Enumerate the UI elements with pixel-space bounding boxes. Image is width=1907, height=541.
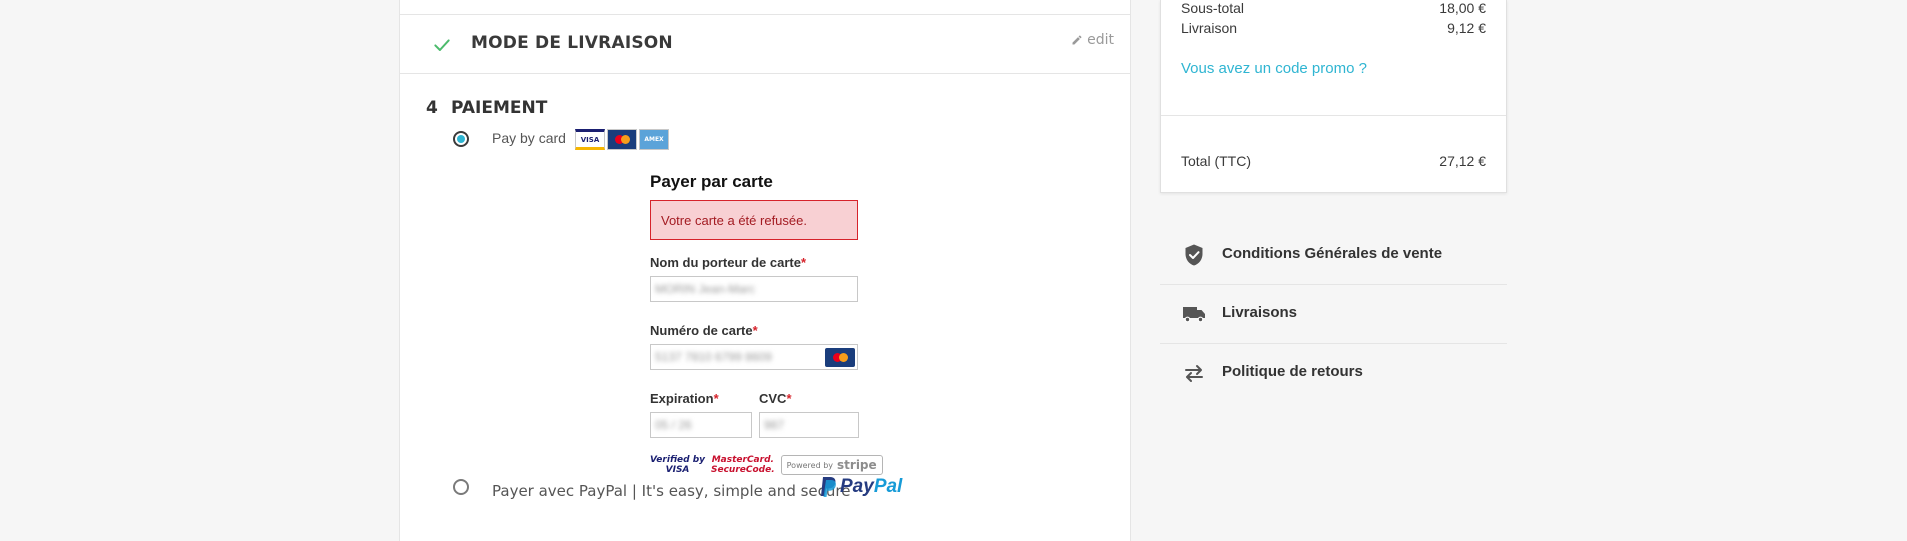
total-value: 27,12 €	[1439, 153, 1486, 169]
promo-code-link[interactable]: Vous avez un code promo ?	[1181, 60, 1367, 77]
mastercard-icon	[825, 348, 855, 367]
reassurance-item-shipping[interactable]: Livraisons	[1160, 285, 1507, 344]
reassurance-item-terms[interactable]: Conditions Générales de vente	[1160, 226, 1507, 285]
reassurance-block: Conditions Générales de vente Livraisons…	[1160, 226, 1507, 402]
cvc-label: CVC*	[759, 391, 792, 406]
visa-logo: VISA	[575, 129, 605, 150]
shield-check-icon	[1185, 244, 1203, 266]
shipping-value: 9,12 €	[1447, 20, 1486, 36]
paypal-wordmark: PayPal	[840, 476, 903, 497]
edit-label: edit	[1087, 32, 1114, 48]
mastercard-logo	[607, 129, 637, 150]
check-icon	[434, 39, 450, 51]
checkout-main-column: Mode de livraison edit 4 PAIEMENT Pay by…	[399, 0, 1131, 541]
swap-arrows-icon	[1185, 365, 1203, 382]
pay-by-card-radio[interactable]	[453, 131, 469, 147]
reassurance-label: Livraisons	[1222, 304, 1298, 321]
paypal-logo: PayPal	[820, 476, 902, 498]
truck-icon	[1183, 307, 1205, 323]
total-label: Total (TTC)	[1181, 153, 1251, 169]
edit-shipping-link[interactable]: edit	[1071, 32, 1114, 48]
cvc-input[interactable]: 987	[759, 412, 859, 438]
shipping-label: Livraison	[1181, 20, 1238, 36]
card-number-input[interactable]: 5137 7810 6799 8609	[650, 344, 858, 370]
reassurance-item-returns[interactable]: Politique de retours	[1160, 344, 1507, 402]
pencil-icon	[1072, 35, 1082, 45]
paypal-radio[interactable]	[453, 479, 469, 495]
card-holder-input[interactable]: MORIN Jean-Marc	[650, 276, 858, 302]
paypal-p-icon	[821, 477, 836, 497]
pay-by-card-label[interactable]: Pay by card	[492, 130, 566, 146]
powered-by-stripe-badge: Powered by stripe	[780, 455, 883, 475]
payment-step-number: 4	[426, 98, 438, 118]
reassurance-label: Politique de retours	[1222, 363, 1363, 380]
shipping-step-title: Mode de livraison	[471, 33, 673, 53]
card-brand-logos: VISA AMEX	[575, 129, 669, 150]
amex-logo: AMEX	[639, 129, 669, 150]
paypal-option-label[interactable]: Payer avec PayPal | It's easy, simple an…	[492, 482, 850, 500]
card-form-title: Payer par carte	[650, 172, 773, 191]
card-holder-label: Nom du porteur de carte*	[650, 255, 807, 270]
shipping-step-header[interactable]: Mode de livraison edit	[400, 14, 1130, 74]
expiry-label: Expiration*	[650, 391, 719, 406]
card-number-label: Numéro de carte*	[650, 323, 758, 338]
expiry-input[interactable]: 05 / 26	[650, 412, 752, 438]
subtotal-label: Sous-total	[1181, 0, 1245, 16]
card-declined-error: Votre carte a été refusée.	[650, 200, 858, 240]
order-summary: Sous-total 18,00 € Livraison 9,12 € Vous…	[1160, 0, 1507, 193]
verified-by-visa-badge: Verified by VISA	[650, 455, 706, 475]
summary-divider	[1161, 115, 1506, 116]
mastercard-securecode-badge: MasterCard. SecureCode.	[711, 455, 775, 475]
reassurance-label: Conditions Générales de vente	[1222, 245, 1443, 262]
subtotal-value: 18,00 €	[1439, 0, 1486, 16]
security-badges: Verified by VISA MasterCard. SecureCode. P…	[650, 455, 883, 475]
payment-step-title: PAIEMENT	[451, 98, 548, 118]
